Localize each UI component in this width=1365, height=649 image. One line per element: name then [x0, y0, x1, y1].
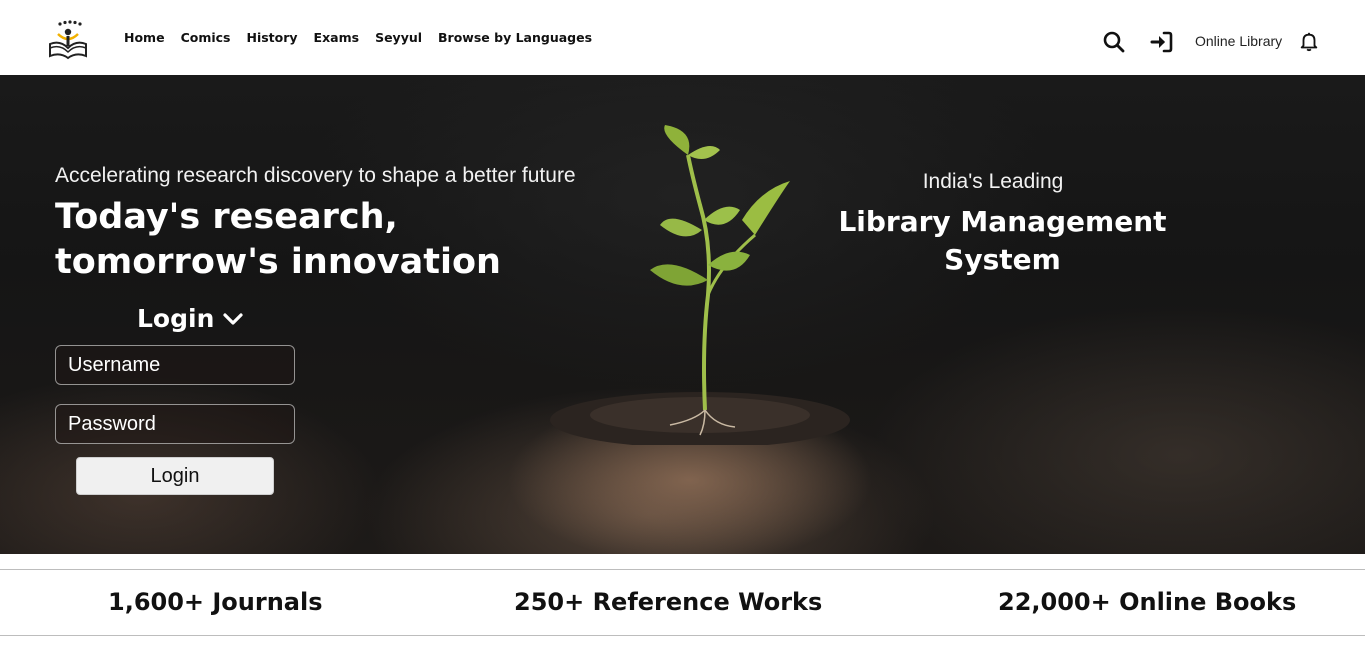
login-button[interactable]: Login — [76, 457, 274, 495]
nav-comics[interactable]: Comics — [181, 30, 231, 45]
nav-history[interactable]: History — [246, 30, 297, 45]
stat-journals: 1,600+ Journals — [108, 588, 323, 616]
book-reader-logo[interactable] — [46, 20, 90, 60]
nav-home[interactable]: Home — [124, 30, 165, 45]
nav-exams[interactable]: Exams — [314, 30, 360, 45]
chevron-down-icon — [223, 312, 243, 325]
login-toggle[interactable]: Login — [137, 304, 244, 333]
stat-online-books: 22,000+ Online Books — [998, 588, 1297, 616]
nav-seyyul[interactable]: Seyyul — [375, 30, 422, 45]
hero-tagline: Accelerating research discovery to shape… — [55, 164, 576, 187]
stats-bar: 1,600+ Journals 250+ Reference Works 22,… — [0, 569, 1365, 636]
hero-lead-small: India's Leading — [922, 170, 1064, 193]
main-nav: Home Comics History Exams Seyyul Browse … — [124, 30, 608, 45]
online-library-link[interactable]: Online Library — [1195, 33, 1282, 49]
username-input[interactable] — [55, 345, 295, 385]
bell-icon[interactable] — [1298, 31, 1320, 53]
password-input[interactable] — [55, 404, 295, 444]
site-header: Home Comics History Exams Seyyul Browse … — [0, 0, 1365, 75]
sign-in-icon[interactable] — [1150, 30, 1174, 54]
stat-reference-works: 250+ Reference Works — [514, 588, 823, 616]
search-icon[interactable] — [1102, 30, 1126, 54]
hero-lead-big: Library Management System — [838, 205, 1167, 276]
login-toggle-label: Login — [137, 304, 215, 333]
hero-banner: Accelerating research discovery to shape… — [0, 75, 1365, 554]
nav-browse-by-languages[interactable]: Browse by Languages — [438, 30, 592, 45]
hero-headline: Today's research, tomorrow's innovation — [55, 197, 501, 282]
